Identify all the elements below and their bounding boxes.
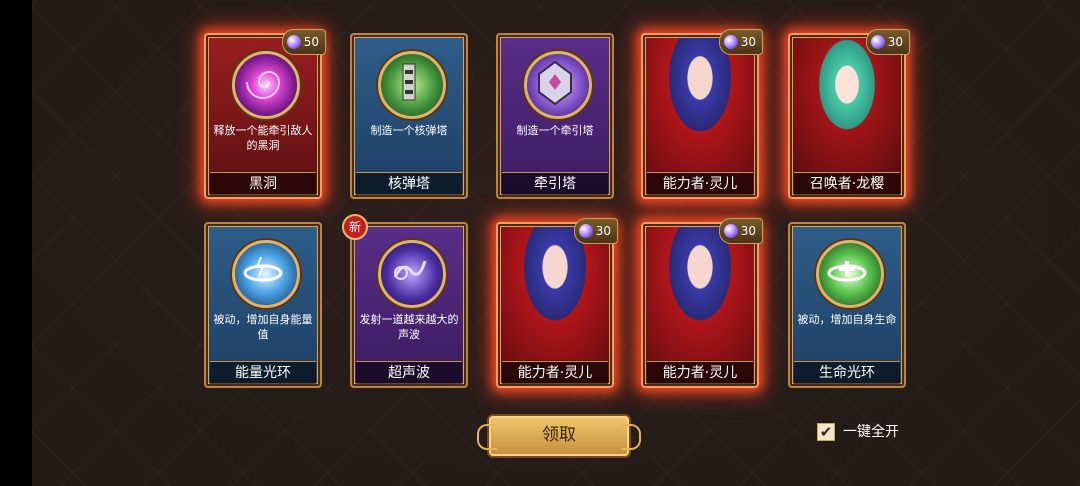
cost-badge: 30	[573, 218, 618, 244]
card-nuke-tower[interactable]: 制造一个核弹塔 核弹塔	[350, 33, 468, 199]
gem-icon	[578, 224, 593, 238]
character-portrait	[646, 227, 754, 360]
gem-icon	[723, 35, 738, 49]
card-life-aura[interactable]: 被动，增加自身生命 生命光环	[788, 222, 906, 388]
card-energy-aura[interactable]: 被动，增加自身能量值 能量光环	[204, 222, 322, 388]
cost-badge: 30	[865, 29, 910, 55]
card-description: 发射一道越来越大的声波	[359, 313, 459, 341]
card-black-hole[interactable]: 释放一个能牵引敌人的黑洞 黑洞 50	[204, 29, 326, 199]
card-description: 被动，增加自身能量值	[213, 313, 313, 341]
auto-open-checkbox[interactable]: ✔	[817, 423, 835, 441]
card-name: 能力者·灵儿	[647, 172, 753, 195]
new-badge: 新	[342, 214, 368, 240]
card-description: 释放一个能牵引敌人的黑洞	[213, 124, 313, 152]
card-description: 制造一个核弹塔	[370, 124, 448, 137]
claim-button-label: 领取	[542, 425, 576, 445]
card-summoner-longying[interactable]: 召唤者·龙樱 30	[788, 29, 910, 199]
cost-badge: 30	[718, 29, 763, 55]
gem-icon	[723, 224, 738, 238]
traction-tower-icon	[524, 51, 592, 119]
card-name: 黑洞	[210, 172, 316, 195]
right-ornament-icon	[621, 424, 641, 450]
card-ability-linger-3[interactable]: 能力者·灵儿 30	[641, 218, 763, 388]
card-reward-screen: 释放一个能牵引敌人的黑洞 黑洞 50 制造一个核弹塔 核弹塔 制造一个牵引塔 牵…	[0, 0, 1080, 486]
cost-badge: 50	[281, 29, 326, 55]
left-black-bar	[0, 0, 32, 486]
energy-aura-icon	[232, 240, 300, 308]
card-ability-linger-1[interactable]: 能力者·灵儿 30	[641, 29, 763, 199]
character-portrait	[501, 227, 609, 360]
card-ultrasonic[interactable]: 发射一道越来越大的声波 超声波 新	[342, 214, 468, 388]
claim-button[interactable]: 领取	[477, 414, 641, 458]
card-name: 能力者·灵儿	[502, 361, 608, 384]
life-aura-icon	[816, 240, 884, 308]
gem-icon	[870, 35, 885, 49]
cost-badge: 30	[718, 218, 763, 244]
card-ability-linger-2[interactable]: 能力者·灵儿 30	[496, 218, 618, 388]
black-hole-icon	[232, 51, 300, 119]
card-name: 超声波	[356, 361, 462, 384]
card-name: 召唤者·龙樱	[794, 172, 900, 195]
left-ornament-icon	[477, 424, 497, 450]
card-name: 生命光环	[794, 361, 900, 384]
card-name: 牵引塔	[502, 172, 608, 195]
auto-open-label: 一键全开	[843, 424, 899, 440]
sound-wave-icon	[378, 240, 446, 308]
character-portrait	[646, 38, 754, 171]
card-name: 核弹塔	[356, 172, 462, 195]
checkmark-icon: ✔	[819, 423, 833, 441]
card-name: 能量光环	[210, 361, 316, 384]
nuke-tower-icon	[378, 51, 446, 119]
card-description: 被动，增加自身生命	[797, 313, 897, 326]
character-portrait	[793, 38, 901, 171]
card-description: 制造一个牵引塔	[516, 124, 594, 137]
card-name: 能力者·灵儿	[647, 361, 753, 384]
gem-icon	[286, 35, 301, 49]
card-traction-tower[interactable]: 制造一个牵引塔 牵引塔	[496, 33, 614, 199]
